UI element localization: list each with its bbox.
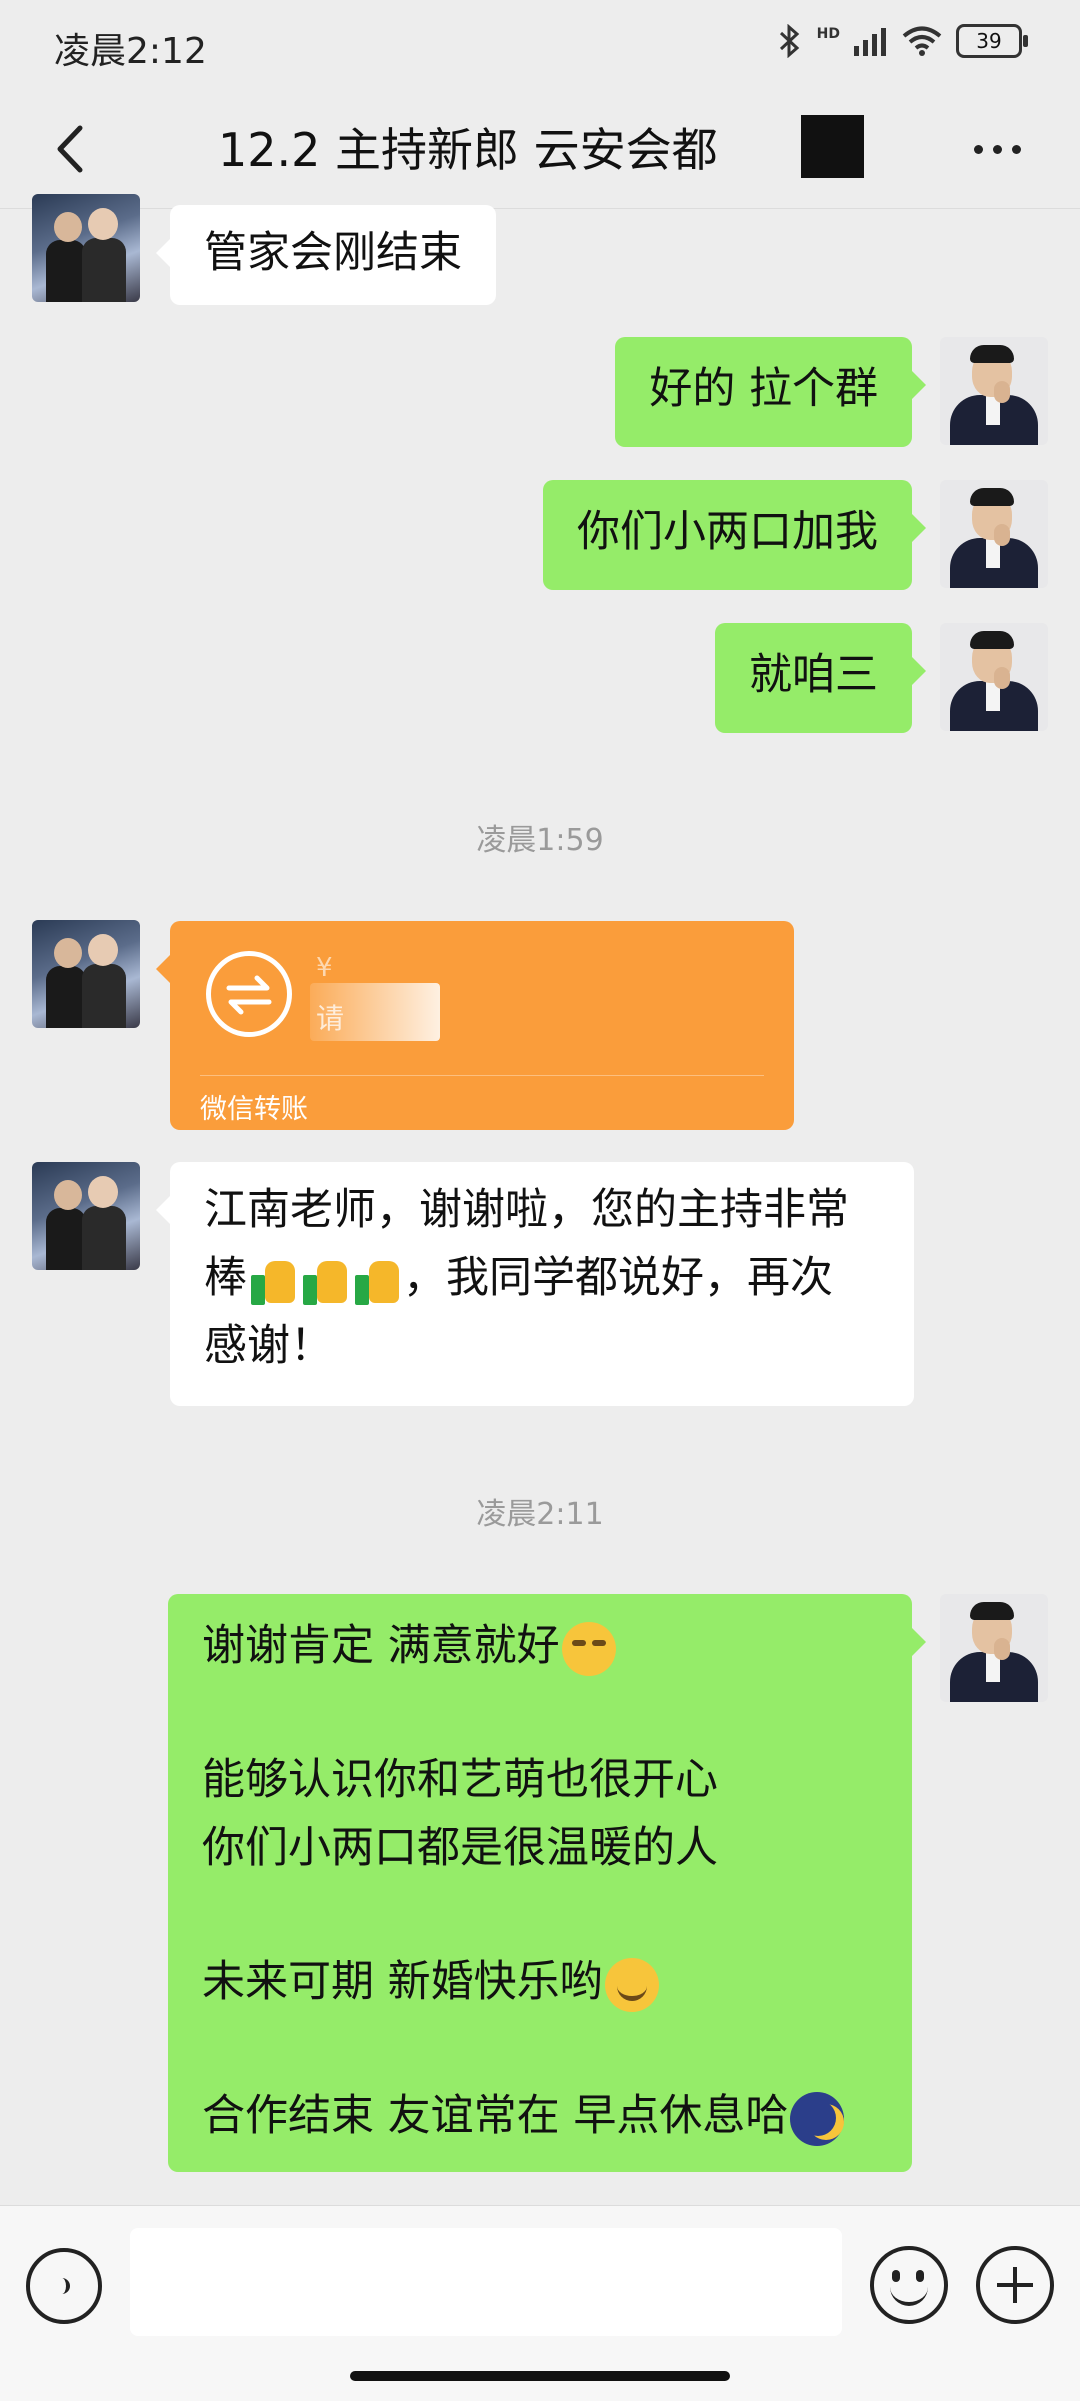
voice-input-icon[interactable] xyxy=(26,2248,102,2324)
transfer-icon xyxy=(206,951,292,1037)
message-bubble-sent[interactable]: 谢谢肯定 满意就好 能够认识你和艺萌也很开心 你们小两口都是很温暖的人 未来可期… xyxy=(168,1594,926,2172)
avatar-contact[interactable] xyxy=(32,920,140,1028)
hugging-emoji-icon xyxy=(604,1957,659,2012)
battery-indicator: 39 xyxy=(956,24,1028,58)
avatar-self[interactable] xyxy=(940,623,1048,731)
message-input[interactable] xyxy=(130,2228,842,2336)
chevron-left-icon[interactable] xyxy=(38,114,108,184)
message-text: 棒 xyxy=(204,1253,247,1303)
timestamp: 凌晨1:59 xyxy=(476,823,604,858)
add-icon[interactable] xyxy=(976,2246,1054,2324)
message-text-line: 江南老师，谢谢啦，您的主持非常 xyxy=(204,1185,849,1235)
avatar-self[interactable] xyxy=(940,337,1048,445)
message-bubble-received[interactable]: 管家会刚结束 xyxy=(156,205,496,305)
message-text: 你们小两口加我 xyxy=(577,507,878,557)
status-bar: 凌晨2:12 HD 39 xyxy=(0,0,1080,92)
message-text-line: 未来可期 新婚快乐哟 xyxy=(202,1948,878,2016)
transfer-note-hint: 请 xyxy=(316,1002,345,1035)
message-bubble-sent[interactable]: 就咱三 xyxy=(715,623,926,733)
timestamp: 凌晨2:11 xyxy=(476,1497,604,1532)
message-text: 好的 拉个群 xyxy=(649,364,878,414)
avatar-self[interactable] xyxy=(940,480,1048,588)
chat-title: 12.2 主持新郎 云安会都 xyxy=(218,123,718,177)
message-text-line: 合作结束 友谊常在 早点休息哈 xyxy=(202,2082,878,2150)
message-bubble-sent[interactable]: 你们小两口加我 xyxy=(543,480,926,590)
message-bubble-received[interactable]: 江南老师，谢谢啦，您的主持非常 棒 ，我同学都说好，再次 感谢！ xyxy=(156,1162,914,1406)
message-text-line: 棒 ，我同学都说好，再次 xyxy=(204,1244,880,1312)
emoji-icon[interactable] xyxy=(870,2246,948,2324)
redaction-block xyxy=(801,115,864,178)
bluetooth-icon xyxy=(779,24,799,58)
header-divider xyxy=(0,208,1080,209)
message-text-line: 你们小两口都是很温暖的人 xyxy=(202,1823,718,1873)
message-text: 谢谢肯定 满意就好 xyxy=(202,1621,560,1671)
moon-emoji-icon xyxy=(790,2091,845,2146)
avatar-contact[interactable] xyxy=(32,1162,140,1270)
message-text: 就咱三 xyxy=(749,650,878,700)
thumbs-up-icon xyxy=(247,1255,299,1307)
transfer-amount-hint: ¥ xyxy=(316,953,333,983)
message-bubble-sent[interactable]: 好的 拉个群 xyxy=(615,337,926,447)
chat-header: 12.2 主持新郎 云安会都 xyxy=(0,92,1080,210)
avatar-contact[interactable] xyxy=(32,194,140,302)
message-text: 合作结束 友谊常在 早点休息哈 xyxy=(202,2091,789,2141)
thumbs-up-icon xyxy=(299,1255,351,1307)
message-text-line: 能够认识你和艺萌也很开心 xyxy=(202,1755,718,1805)
home-indicator[interactable] xyxy=(350,2371,730,2381)
avatar-self[interactable] xyxy=(940,1594,1048,1702)
message-text-line: 谢谢肯定 满意就好 xyxy=(202,1612,878,1680)
wechat-transfer-card[interactable]: ¥ 请 微信转账 xyxy=(156,921,794,1130)
message-text: 未来可期 新婚快乐哟 xyxy=(202,1957,603,2007)
network-type-label: HD xyxy=(816,26,840,42)
transfer-label: 微信转账 xyxy=(200,1094,308,1125)
message-text-line: 感谢！ xyxy=(204,1321,333,1371)
signal-icon xyxy=(854,28,886,56)
wifi-icon xyxy=(902,26,942,56)
smirk-emoji-icon xyxy=(561,1621,616,1676)
thumbs-up-icon xyxy=(351,1255,403,1307)
message-text: ，我同学都说好，再次 xyxy=(403,1253,833,1303)
status-time: 凌晨2:12 xyxy=(54,31,207,72)
status-icons: HD 39 xyxy=(777,24,1028,58)
message-text: 管家会刚结束 xyxy=(204,228,462,278)
more-dots-icon[interactable] xyxy=(962,114,1032,184)
transfer-divider xyxy=(200,1075,764,1076)
